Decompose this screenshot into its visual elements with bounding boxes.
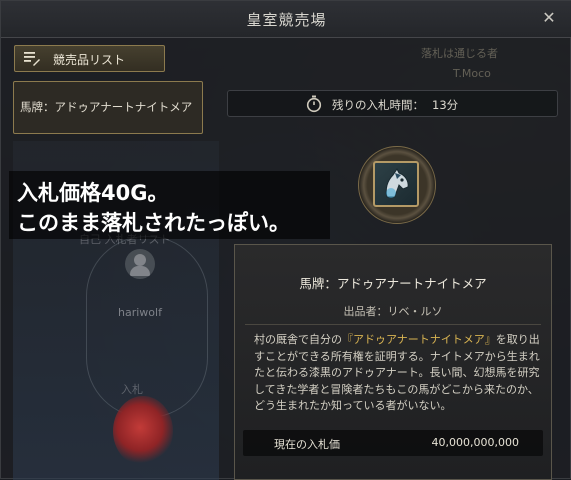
bidder-name: hariwolf	[118, 306, 162, 319]
title-bar[interactable]: 皇室競売場 ✕	[1, 1, 571, 38]
stopwatch-icon	[306, 95, 322, 113]
decoration-emblem	[113, 396, 173, 466]
auction-list-label: 競売品リスト	[53, 53, 126, 67]
caption-overlay: 入札価格40G。 このまま落札されたっぽい。	[9, 171, 330, 239]
selected-item-slot[interactable]: 馬牌：アドゥアナートナイトメア	[13, 81, 203, 134]
caption-line1: 入札価格40G。	[17, 181, 169, 205]
current-bid-value: 40,000,000,000	[431, 436, 519, 449]
selected-item-label: 馬牌：アドゥアナートナイトメア	[20, 100, 193, 114]
current-bid-label: 現在の入札価	[274, 438, 340, 451]
detail-divider	[245, 324, 541, 325]
remaining-time-value: 13分	[432, 98, 459, 112]
item-detail-card: 馬牌：アドゥアナートナイトメア 出品者：リベ・ルソ 村の厩舎で自分の『アドゥアナ…	[234, 244, 552, 480]
auction-list-button[interactable]: 競売品リスト	[14, 45, 165, 72]
background-text-line2: T.Moco	[453, 67, 491, 80]
remaining-time-label: 残りの入札時間：	[332, 98, 424, 112]
remaining-time-bar: 残りの入札時間： 13分	[227, 90, 558, 117]
item-description: 村の厩舎で自分の『アドゥアナートナイトメア』を取り出すことができる所有権を証明す…	[254, 332, 542, 415]
background-text-line1: 落札は通じる者	[421, 47, 498, 60]
item-name: 馬牌：アドゥアナートナイトメア	[299, 276, 487, 291]
item-seller: 出品者：リベ・ルソ	[343, 305, 443, 318]
item-description-highlight: 『アドゥアナートナイトメア』	[342, 333, 496, 346]
profile-icon	[125, 249, 155, 279]
caption-line2: このまま落札されたっぽい。	[17, 211, 290, 235]
item-icon-ring	[358, 146, 436, 224]
list-edit-icon	[24, 52, 40, 66]
remaining-time-text: 残りの入札時間： 13分	[332, 97, 458, 113]
horse-head-icon	[385, 168, 409, 198]
current-bid-row: 現在の入札価 40,000,000,000	[243, 430, 543, 456]
close-icon[interactable]: ✕	[538, 7, 560, 29]
bidder-panel-bottom-text: 入札	[121, 383, 143, 396]
auction-window: 皇室競売場 ✕ 競売品リスト 馬牌：アドゥアナートナイトメア 自己 入札者リスト…	[0, 0, 571, 480]
window-title: 皇室競売場	[246, 11, 327, 29]
item-description-pre: 村の厩舎で自分の	[254, 333, 342, 346]
item-icon-frame[interactable]	[373, 161, 419, 207]
